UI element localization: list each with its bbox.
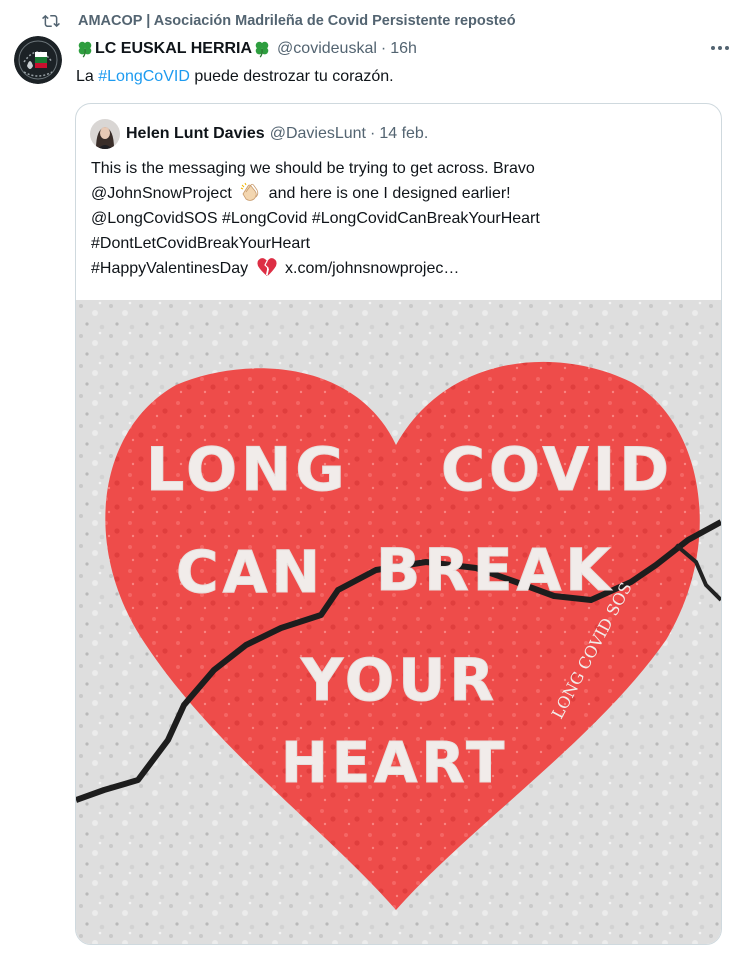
quoted-date: 14 feb.	[379, 125, 429, 142]
mention-text: @JohnSnowProject	[91, 185, 232, 202]
hashtag-text: #HappyValentinesDay	[91, 260, 249, 277]
quoted-media-image[interactable]: LONG COVID CAN BREAK YOUR HEART LONG COV…	[76, 300, 721, 944]
separator: ·	[370, 125, 376, 142]
quoted-author-handle[interactable]: @DaviesLunt	[270, 125, 366, 143]
timestamp[interactable]: 16h	[390, 40, 417, 58]
avatar[interactable]	[14, 36, 62, 84]
mural-word: HEART	[281, 731, 508, 796]
quoted-text-part: and here is one I designed earlier!	[268, 185, 511, 202]
four-leaf-clover-icon	[78, 41, 92, 58]
quoted-author-avatar[interactable]	[90, 119, 120, 149]
quoted-text-line: This is the messaging we should be tryin…	[91, 160, 535, 177]
four-leaf-clover-icon	[255, 41, 269, 58]
tweet-text: La #LongCoVID puede destrozar tu corazón…	[76, 66, 394, 88]
broken-heart-icon	[256, 258, 277, 276]
clapping-hands-icon	[240, 182, 259, 201]
quoted-text-line: #DontLetCovidBreakYourHeart	[91, 235, 311, 252]
quoted-tweet-header: Helen Lunt Davies @DaviesLunt · 14 feb.	[90, 119, 428, 149]
quoted-tweet-text: This is the messaging we should be tryin…	[91, 156, 711, 281]
mural-word: BREAK	[376, 536, 614, 604]
tweet-text-part: La	[76, 68, 99, 85]
quoted-author-name[interactable]: Helen Lunt Davies	[126, 125, 265, 143]
tweet-text-part: puede destrozar tu corazón.	[189, 68, 394, 85]
external-link-text: x.com/johnsnowprojec…	[285, 260, 460, 277]
mural-word: CAN	[176, 538, 324, 606]
separator: ·	[380, 40, 387, 57]
quoted-text-line: @LongCovidSOS #LongCovid #LongCovidCanBr…	[91, 210, 540, 227]
repost-text[interactable]: AMACOP | Asociación Madrileña de Covid P…	[78, 13, 516, 29]
author-name[interactable]: LC EUSKAL HERRIA	[95, 40, 252, 58]
more-options-icon	[711, 46, 729, 50]
author-handle[interactable]: @covideuskal	[277, 40, 377, 58]
quoted-tweet-card[interactable]: Helen Lunt Davies @DaviesLunt · 14 feb. …	[75, 103, 722, 945]
repost-icon	[42, 14, 60, 28]
mural-word: LONG	[146, 435, 349, 505]
hashtag-link[interactable]: #LongCoVID	[98, 68, 190, 85]
quoted-text-line: #HappyValentinesDay x.com/johnsnowprojec…	[91, 256, 711, 281]
repost-header: AMACOP | Asociación Madrileña de Covid P…	[42, 10, 516, 32]
mural-word: COVID	[441, 435, 673, 505]
more-options-button[interactable]	[706, 36, 734, 60]
mural-word: YOUR	[300, 646, 498, 714]
quoted-text-line: @JohnSnowProject and here is one I desig…	[91, 181, 711, 206]
tweet-header: LC EUSKAL HERRIA @covideuskal · 16h	[76, 38, 732, 60]
